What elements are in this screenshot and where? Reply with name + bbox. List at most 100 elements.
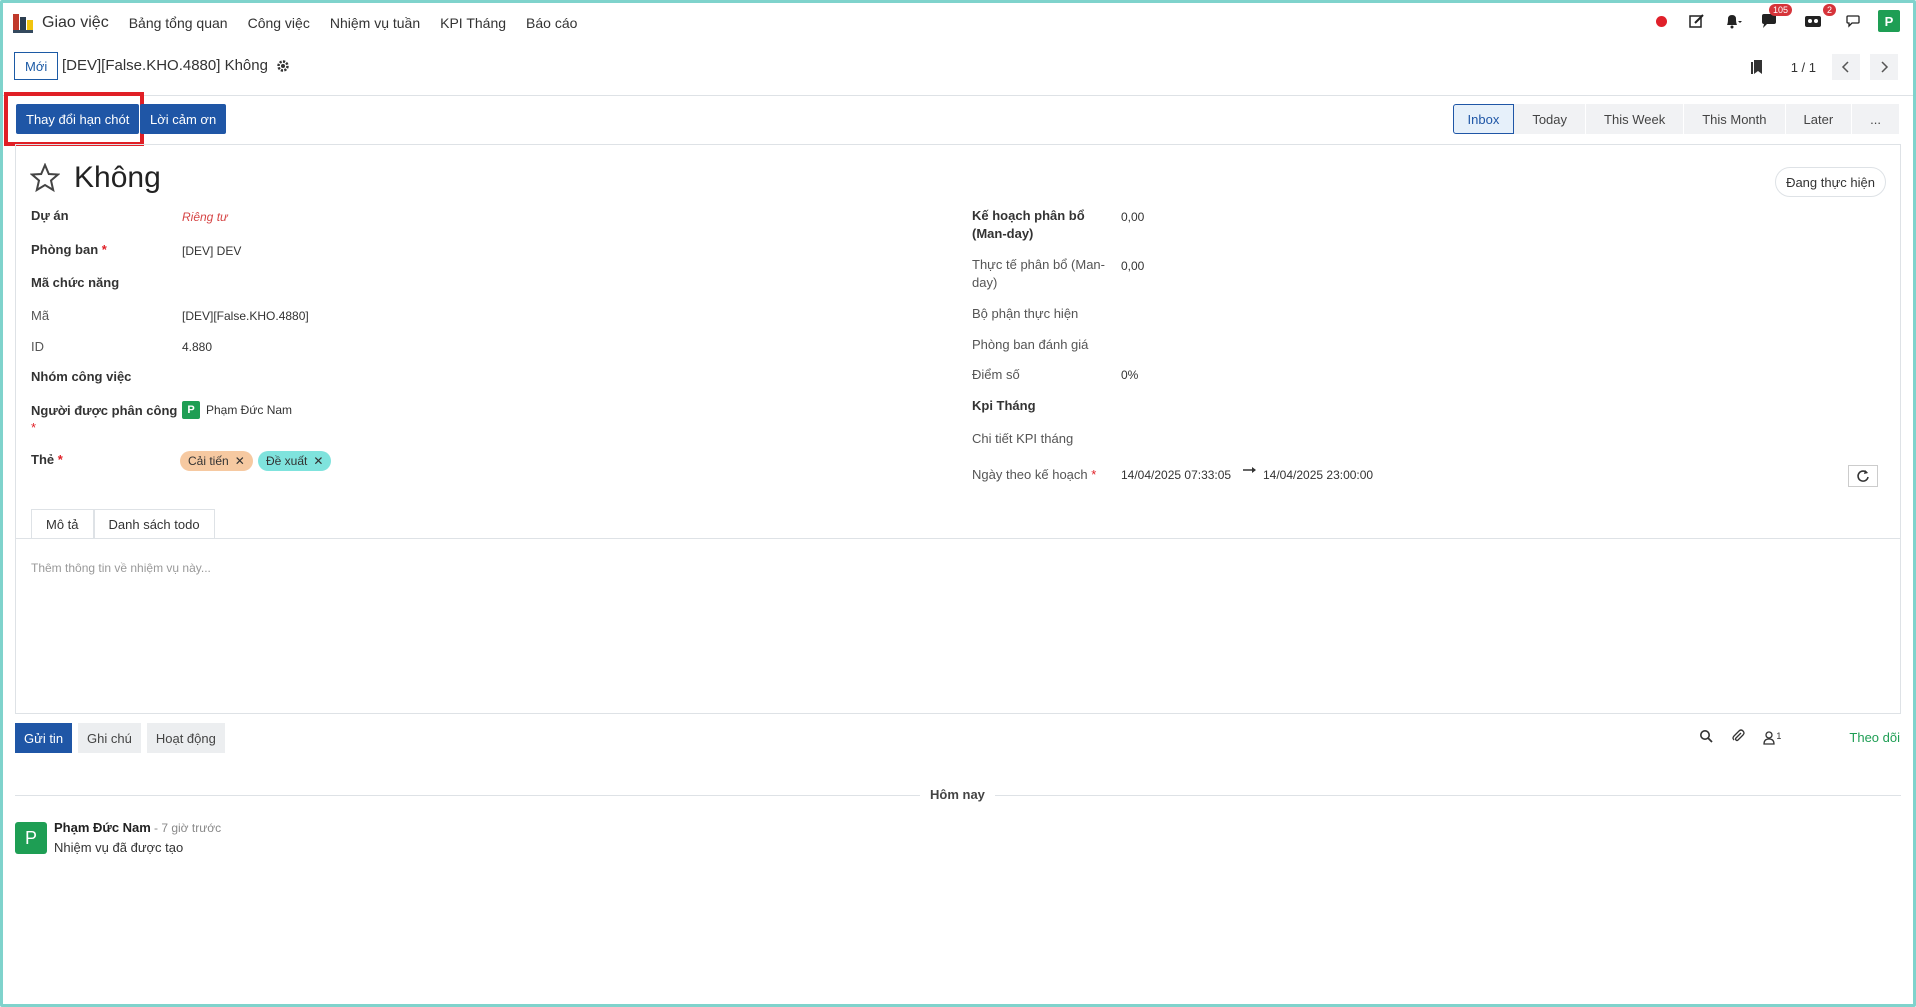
tag-remove-icon[interactable]: ✕	[313, 454, 323, 468]
plan-date-end[interactable]: 14/04/2025 23:00:00	[1263, 468, 1373, 482]
notebook-tabs: Mô tả Danh sách todo	[31, 509, 215, 539]
description-input[interactable]: Thêm thông tin về nhiệm vụ này...	[31, 561, 211, 575]
tag-remove-icon[interactable]: ✕	[235, 454, 245, 468]
pager-value[interactable]: 1 / 1	[1791, 60, 1816, 75]
record-icon[interactable]	[1650, 10, 1672, 32]
code-label: Mã	[31, 308, 50, 323]
assignee-avatar: P	[182, 401, 200, 419]
user-avatar[interactable]: P	[1878, 10, 1900, 32]
project-value[interactable]: Riêng tư	[182, 210, 228, 224]
planned-allocation-label: Kế hoạch phân bổ	[972, 208, 1085, 223]
score-value: 0%	[1121, 368, 1139, 382]
refresh-button[interactable]	[1848, 465, 1878, 487]
message-body: Nhiệm vụ đã được tạo	[54, 840, 184, 855]
exec-dept-label: Bộ phận thực hiện	[972, 306, 1079, 321]
star-icon[interactable]	[29, 162, 61, 193]
change-deadline-button[interactable]: Thay đổi hạn chót	[16, 104, 140, 134]
message-time: - 7 giờ trước	[154, 821, 222, 835]
tab-todo-list[interactable]: Danh sách todo	[93, 509, 215, 539]
state-button[interactable]: Đang thực hiện	[1775, 167, 1886, 197]
top-navbar: Giao việc Bảng tổng quan Công việc Nhiệm…	[0, 0, 1916, 46]
menu-dashboard[interactable]: Bảng tổng quan	[129, 15, 228, 31]
department-value[interactable]: [DEV] DEV	[182, 244, 241, 258]
menu-kpi-month[interactable]: KPI Tháng	[440, 15, 506, 31]
menu-reports[interactable]: Báo cáo	[526, 15, 577, 31]
chat-badge: 105	[1768, 4, 1792, 16]
followers-count: 1	[1776, 730, 1782, 741]
task-title[interactable]: Không	[74, 161, 161, 195]
message-author-avatar[interactable]: P	[15, 822, 47, 854]
activity-button[interactable]: Hoạt động	[146, 723, 225, 753]
score-label: Điểm số	[972, 367, 1020, 382]
form-sheet: Không Đang thực hiện Dự án Riêng tư Phòn…	[15, 144, 1901, 714]
stage-bar: Inbox Today This Week This Month Later .…	[1452, 104, 1900, 134]
follow-button[interactable]: Theo dõi	[1849, 730, 1900, 745]
actual-allocation-value[interactable]: 0,00	[1121, 259, 1144, 273]
bell-icon[interactable]	[1722, 10, 1744, 32]
stage-later[interactable]: Later	[1785, 104, 1853, 134]
tags-label: Thẻ *	[31, 452, 63, 467]
chat-icon[interactable]: 105	[1758, 4, 1792, 32]
id-value: 4.880	[182, 340, 213, 354]
assignee-chip[interactable]: P Phạm Đức Nam	[182, 401, 292, 419]
stage-inbox[interactable]: Inbox	[1452, 104, 1515, 134]
systray: 105 2 P	[1650, 4, 1900, 32]
kpi-detail-label: Chi tiết KPI tháng	[972, 431, 1074, 446]
edit-icon[interactable]	[1686, 10, 1708, 32]
send-message-button[interactable]: Gửi tin	[15, 723, 73, 753]
arrow-right-icon	[1242, 464, 1258, 478]
refresh-icon	[1857, 470, 1869, 482]
stage-more[interactable]: ...	[1852, 104, 1900, 134]
task-group-label: Nhóm công việc	[31, 369, 132, 384]
title-row: Không	[29, 161, 161, 195]
gear-icon[interactable]	[276, 59, 290, 73]
app-name[interactable]: Giao việc	[42, 14, 109, 32]
actual-allocation-label: Thực tế phân bổ (Man-	[972, 257, 1105, 272]
eval-dept-label: Phòng ban đánh giá	[972, 337, 1089, 352]
pager-previous-button[interactable]	[1832, 54, 1860, 80]
chatter-tools: 1 Theo dõi	[1699, 729, 1900, 746]
tab-description[interactable]: Mô tả	[31, 509, 94, 539]
pager-next-button[interactable]	[1870, 54, 1898, 80]
function-code-label: Mã chức năng	[31, 275, 120, 290]
tag-proposal[interactable]: Đề xuất ✕	[258, 451, 332, 471]
log-note-button[interactable]: Ghi chú	[78, 723, 141, 753]
date-separator: Hôm nay	[920, 787, 995, 802]
paperclip-icon[interactable]	[1731, 729, 1746, 746]
actual-allocation-label-2: day)	[972, 275, 998, 290]
thanks-button[interactable]: Lời cảm ơn	[140, 104, 227, 134]
comment-icon[interactable]	[1842, 10, 1864, 32]
code-value: [DEV][False.KHO.4880]	[182, 309, 309, 323]
tab-divider	[16, 538, 1900, 539]
message-author[interactable]: Phạm Đức Nam	[54, 820, 151, 835]
chatter-buttons: Gửi tin Ghi chú Hoạt động	[15, 723, 225, 753]
planned-allocation-label-2: (Man-day)	[972, 226, 1034, 241]
app-logo-icon[interactable]	[12, 12, 34, 34]
assignee-label: Người được phân công	[31, 403, 178, 418]
plan-date-start[interactable]: 14/04/2025 07:33:05	[1121, 468, 1231, 482]
control-panel: Mới [DEV][False.KHO.4880] Không 1 / 1	[0, 48, 1916, 96]
department-label: Phòng ban *	[31, 242, 107, 257]
kpi-month-label: Kpi Tháng	[972, 398, 1036, 413]
stage-this-week[interactable]: This Week	[1586, 104, 1685, 134]
new-button[interactable]: Mới	[14, 52, 59, 80]
bookmark-icon[interactable]	[1750, 59, 1765, 75]
activity-badge: 2	[1822, 4, 1836, 16]
followers-icon[interactable]: 1	[1763, 731, 1781, 745]
pager: 1 / 1	[1750, 54, 1898, 80]
activity-icon[interactable]: 2	[1802, 4, 1836, 32]
assignee-required-mark: *	[31, 420, 37, 435]
stage-today[interactable]: Today	[1514, 104, 1587, 134]
planned-allocation-value[interactable]: 0,00	[1121, 210, 1144, 224]
assignee-name: Phạm Đức Nam	[206, 403, 293, 417]
search-icon[interactable]	[1699, 729, 1714, 746]
id-label: ID	[31, 339, 44, 354]
menu-tasks[interactable]: Công việc	[248, 15, 310, 31]
stage-this-month[interactable]: This Month	[1684, 104, 1786, 134]
tag-improvement[interactable]: Cải tiến ✕	[180, 451, 253, 471]
breadcrumb: [DEV][False.KHO.4880] Không	[62, 57, 290, 74]
breadcrumb-record: [DEV][False.KHO.4880] Không	[62, 57, 268, 74]
action-bar: Thay đổi hạn chót Lời cảm ơn Inbox Today…	[0, 92, 1916, 146]
menu-weekly-tasks[interactable]: Nhiệm vụ tuần	[330, 15, 420, 31]
plan-date-label: Ngày theo kế hoạch *	[972, 467, 1097, 482]
